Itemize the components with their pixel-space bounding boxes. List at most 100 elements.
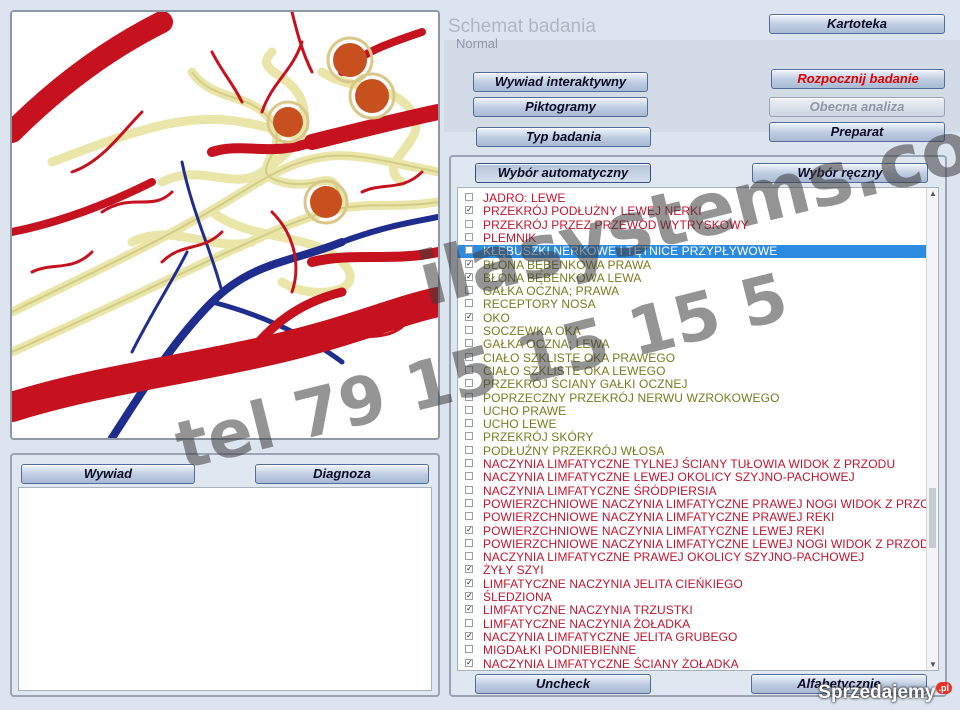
- list-item-label: POWIERZCHNIOWE NACZYNIA LIMFATYCZNE LEWE…: [483, 536, 938, 551]
- list-item-checkbox[interactable]: [465, 286, 473, 295]
- list-item-checkbox[interactable]: [465, 552, 473, 561]
- list-item[interactable]: ✓ ŚLEDZIONA: [458, 591, 928, 604]
- list-item[interactable]: ✓ NACZYNIA LIMFATYCZNE ŚCIANY ŻOŁADKA: [458, 657, 928, 670]
- list-item[interactable]: KŁĘBUSZKI NERKOWE I TĘTNICE PRZYPŁYWOWE: [458, 244, 928, 259]
- list-item-checkbox[interactable]: [465, 219, 473, 228]
- start-exam-button[interactable]: Rozpocznij badanie: [771, 69, 945, 89]
- list-item-checkbox[interactable]: [465, 645, 473, 654]
- list-item[interactable]: ✓ PRZEKRÓJ PODŁUŻNY LEWEJ NERKI: [458, 205, 928, 218]
- diagnoza-tab[interactable]: Diagnoza: [255, 464, 429, 484]
- list-item-checkbox[interactable]: [465, 392, 473, 401]
- list-item-checkbox[interactable]: [465, 419, 473, 428]
- pictograms-button[interactable]: Piktogramy: [473, 97, 648, 117]
- preparation-button[interactable]: Preparat: [769, 122, 945, 142]
- scroll-down-icon[interactable]: ▼: [929, 660, 937, 669]
- kartoteka-button[interactable]: Kartoteka: [769, 14, 945, 34]
- list-item-label: LIMFATYCZNE NACZYNIA TRZUSTKI: [483, 603, 693, 618]
- list-item[interactable]: ✓ LIMFATYCZNE NACZYNIA JELITA CIEŃKIEGO: [458, 577, 928, 591]
- list-item[interactable]: PLEMNIK: [458, 231, 928, 245]
- list-item-label: POWIERZCHNIOWE NACZYNIA LIMFATYCZNE LEWE…: [483, 523, 825, 538]
- list-item[interactable]: SOCZEWKA OKA: [458, 325, 928, 338]
- list-item[interactable]: PODŁUŻNY PRZEKRÓJ WŁOSA: [458, 443, 928, 458]
- wywiad-tab[interactable]: Wywiad: [21, 464, 195, 484]
- list-item[interactable]: NACZYNIA LIMFATYCZNE PRAWEJ OKOLICY SZYJ…: [458, 551, 928, 564]
- list-item-checkbox[interactable]: [465, 405, 473, 414]
- list-item-checkbox[interactable]: [465, 326, 473, 334]
- list-item-checkbox[interactable]: [465, 618, 473, 627]
- list-item-checkbox[interactable]: ✓: [465, 206, 473, 215]
- list-item[interactable]: ✓ NACZYNIA LIMFATYCZNE JELITA GRUBEGO: [458, 629, 928, 644]
- notes-textarea[interactable]: [18, 487, 432, 691]
- list-item[interactable]: UCHO PRAWE: [458, 403, 928, 418]
- list-item-checkbox[interactable]: [465, 365, 473, 374]
- list-item-checkbox[interactable]: ✓: [465, 565, 473, 574]
- scroll-up-icon[interactable]: ▲: [929, 189, 937, 198]
- list-item[interactable]: POPRZECZNY PRZEKRÓJ NERWU WZROKOWEGO: [458, 391, 928, 405]
- list-item-checkbox[interactable]: [465, 538, 473, 547]
- list-item-checkbox[interactable]: [465, 379, 473, 388]
- list-item[interactable]: POWIERZCHNIOWE NACZYNIA LIMFATYCZNE PRAW…: [458, 511, 928, 524]
- list-item[interactable]: PRZEKRÓJ PRZEZ PRZEWÓD WYTRYSKOWY: [458, 218, 928, 232]
- list-item[interactable]: CIAŁO SZKLISTE OKA PRAWEGO: [458, 351, 928, 365]
- list-item-label: KŁĘBUSZKI NERKOWE I TĘTNICE PRZYPŁYWOWE: [483, 244, 778, 259]
- scroll-thumb[interactable]: [929, 488, 936, 548]
- auto-select-button[interactable]: Wybór automatyczny: [475, 163, 651, 183]
- list-item-checkbox[interactable]: [465, 445, 473, 454]
- list-item-checkbox[interactable]: ✓: [465, 312, 473, 321]
- list-item[interactable]: NACZYNIA LIMFATYCZNE TYLNEJ ŚCIANY TUŁOW…: [458, 458, 928, 471]
- anatomy-3d-viewer[interactable]: [10, 10, 440, 440]
- list-item[interactable]: RECEPTORY NOSA: [458, 298, 928, 311]
- interactive-history-button[interactable]: Wywiad interaktywny: [473, 72, 648, 92]
- list-item-label: PODŁUŻNY PRZEKRÓJ WŁOSA: [483, 443, 665, 458]
- list-item-checkbox[interactable]: [465, 472, 473, 481]
- list-item-label: NACZYNIA LIMFATYCZNE JELITA GRUBEGO: [483, 629, 738, 644]
- list-item-label: UCHO PRAWE: [483, 403, 567, 418]
- list-item-label: GAŁKA OCZNA; PRAWA: [483, 284, 620, 299]
- list-item-label: PRZEKRÓJ SKÓRY: [483, 430, 594, 445]
- list-item-checkbox[interactable]: [465, 352, 473, 361]
- list-item-checkbox[interactable]: ✓: [465, 525, 473, 534]
- list-item[interactable]: NACZYNIA LIMFATYCZNE LEWEJ OKOLICY SZYJN…: [458, 471, 928, 484]
- list-item-checkbox[interactable]: [465, 432, 473, 441]
- list-item-checkbox[interactable]: ✓: [465, 578, 473, 587]
- list-item[interactable]: POWIERZCHNIOWE NACZYNIA LIMFATYCZNE PRAW…: [458, 497, 938, 511]
- list-item-checkbox[interactable]: [465, 299, 473, 308]
- list-item-checkbox[interactable]: [465, 339, 473, 348]
- list-item[interactable]: ✓ BŁONA BĘBENKOWA LEWA: [458, 270, 928, 285]
- list-item[interactable]: ✓ BŁONA BĘBENKOWA PRAWA: [458, 258, 928, 272]
- list-item-label: PRZEKRÓJ ŚCIANY GAŁKI OCZNEJ: [483, 377, 688, 392]
- list-item-label: BŁONA BĘBENKOWA LEWA: [483, 270, 642, 285]
- list-item-label: NACZYNIA LIMFATYCZNE ŚRÓDPIERSIA: [483, 483, 717, 498]
- list-item[interactable]: LIMFATYCZNE NACZYNIA ŻOŁADKA: [458, 617, 928, 631]
- exam-type-button[interactable]: Typ badania: [476, 127, 651, 147]
- list-item[interactable]: GAŁKA OCZNA; PRAWA: [458, 285, 928, 298]
- manual-select-button[interactable]: Wybór ręczny: [752, 163, 928, 183]
- list-item-checkbox[interactable]: [465, 498, 473, 507]
- list-item-checkbox[interactable]: [465, 246, 473, 255]
- list-item-checkbox[interactable]: ✓: [465, 592, 473, 600]
- list-item[interactable]: ✓ LIMFATYCZNE NACZYNIA TRZUSTKI: [458, 604, 928, 617]
- list-item-checkbox[interactable]: [465, 232, 473, 241]
- current-analysis-button[interactable]: Obecna analiza: [769, 97, 945, 117]
- organ-list[interactable]: JADRO: LEWE ✓ PRZEKRÓJ PODŁUŻNY LEWEJ NERK…: [457, 187, 939, 671]
- list-item[interactable]: ✓ ŻYŁY SZYI: [458, 564, 928, 577]
- list-item[interactable]: PRZEKRÓJ SKÓRY: [458, 431, 928, 444]
- list-item-checkbox[interactable]: [465, 193, 473, 201]
- list-item-checkbox[interactable]: ✓: [465, 605, 473, 614]
- list-item-checkbox[interactable]: ✓: [465, 259, 473, 268]
- list-item-checkbox[interactable]: ✓: [465, 631, 473, 640]
- list-item-checkbox[interactable]: ✓: [465, 658, 473, 667]
- list-item-checkbox[interactable]: [465, 459, 473, 467]
- list-item-checkbox[interactable]: [465, 485, 473, 494]
- list-item[interactable]: NACZYNIA LIMFATYCZNE ŚRÓDPIERSIA: [458, 483, 928, 498]
- list-scrollbar[interactable]: ▲ ▼: [926, 188, 938, 670]
- list-item[interactable]: PRZEKRÓJ ŚCIANY GAŁKI OCZNEJ: [458, 378, 928, 391]
- uncheck-button[interactable]: Uncheck: [475, 674, 651, 694]
- list-item[interactable]: ✓ POWIERZCHNIOWE NACZYNIA LIMFATYCZNE LEW…: [458, 523, 928, 538]
- list-item[interactable]: POWIERZCHNIOWE NACZYNIA LIMFATYCZNE LEWE…: [458, 537, 937, 551]
- list-item[interactable]: ✓ OKO: [458, 311, 928, 325]
- list-item[interactable]: GAŁKA OCZNA; LEWA: [458, 338, 928, 351]
- list-item-checkbox[interactable]: ✓: [465, 272, 473, 281]
- list-item-checkbox[interactable]: [465, 512, 473, 521]
- list-item[interactable]: MIGDAŁKI PODNIEBIENNE: [458, 644, 928, 657]
